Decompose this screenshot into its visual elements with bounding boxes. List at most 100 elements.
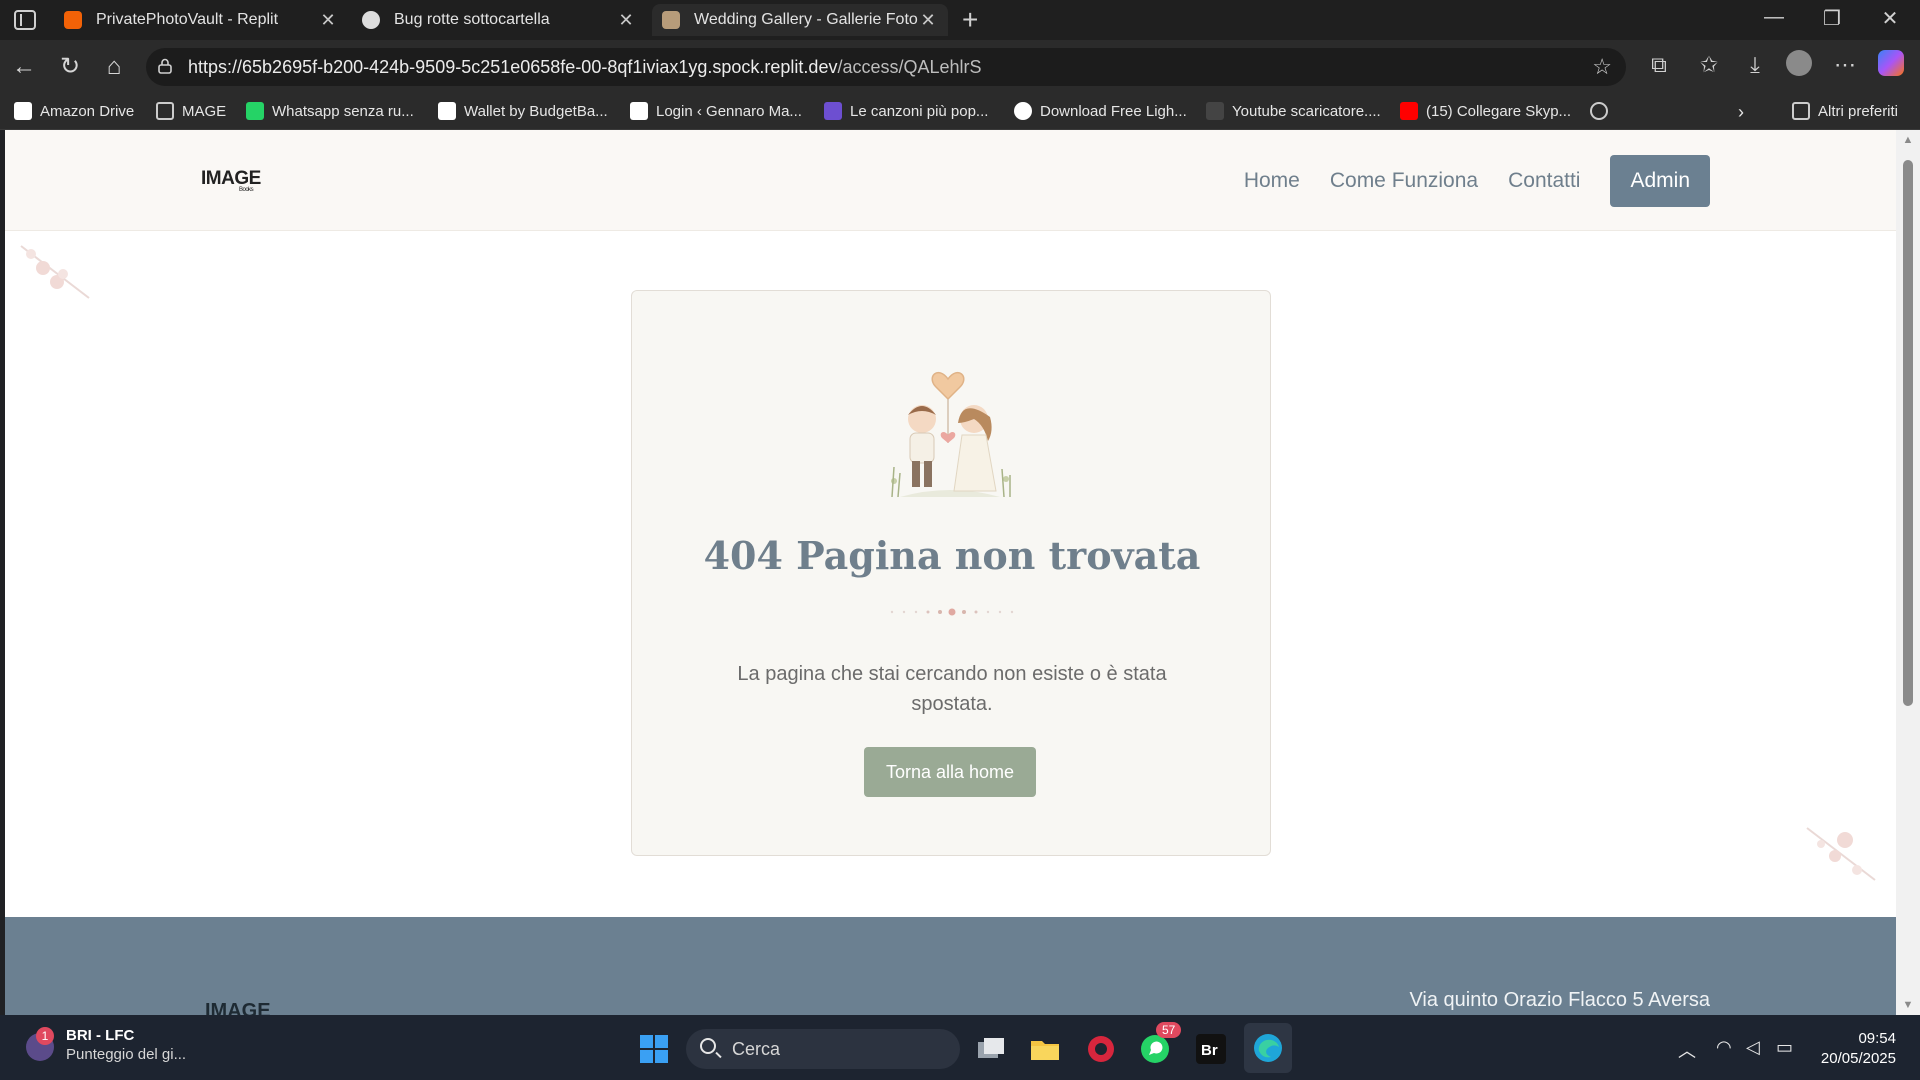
other-favorites[interactable]: Altri preferiti <box>1792 102 1898 120</box>
chevron-right-icon[interactable]: › <box>1738 102 1744 123</box>
bookmark-label: Whatsapp senza ru... <box>272 102 414 120</box>
volume-icon[interactable]: ◁ <box>1746 1037 1760 1058</box>
lock-icon[interactable] <box>158 58 172 74</box>
bookmark-label: Le canzoni più pop... <box>850 102 989 120</box>
page-viewport: IMAGE Books Home Come Funziona Contatti … <box>5 130 1896 1015</box>
favorites-icon[interactable]: ✩ <box>1694 52 1724 78</box>
bookmark-amazon-drive[interactable]: Amazon Drive <box>14 102 134 120</box>
sidebar-toggle-icon[interactable] <box>14 10 36 30</box>
other-favorites-label: Altri preferiti <box>1818 102 1899 120</box>
restore-icon[interactable]: ❐ <box>1812 6 1852 31</box>
antivirus-icon[interactable] <box>1084 1032 1118 1066</box>
bookmark-download[interactable]: Download Free Ligh... <box>1014 102 1187 120</box>
bookmark-skype[interactable]: (15) Collegare Skyp... <box>1400 102 1571 120</box>
nav-home[interactable]: Home <box>1244 169 1300 193</box>
bookmark-globe[interactable] <box>1590 102 1616 120</box>
site-logo[interactable]: IMAGE Books <box>201 168 261 193</box>
admin-button[interactable]: Admin <box>1610 155 1710 207</box>
bookmark-label: Download Free Ligh... <box>1040 102 1187 120</box>
bridge-icon[interactable]: Br <box>1194 1032 1228 1066</box>
page-scrollbar[interactable]: ▲ ▼ <box>1896 130 1920 1015</box>
clapper-icon <box>1206 102 1224 120</box>
tab-bug-rotte[interactable]: Bug rotte sottocartella ✕ <box>352 4 646 36</box>
login-icon <box>630 102 648 120</box>
extensions-icon[interactable]: ⧉ <box>1644 52 1674 78</box>
back-to-home-button[interactable]: Torna alla home <box>864 747 1036 797</box>
wedding-favicon-icon <box>662 11 680 29</box>
scrollbar-thumb[interactable] <box>1903 160 1913 706</box>
site-header: IMAGE Books Home Come Funziona Contatti … <box>5 130 1896 231</box>
floral-decoration-icon <box>20 245 90 299</box>
bookmark-label: Youtube scaricatore.... <box>1232 102 1381 120</box>
music-icon <box>824 102 842 120</box>
search-icon <box>700 1038 716 1054</box>
close-window-icon[interactable]: ✕ <box>1870 6 1910 31</box>
address-toolbar: ← ↻ ⌂ https://65b2695f-b200-424b-9509-5c… <box>0 40 1920 94</box>
svg-text:Br: Br <box>1201 1042 1218 1059</box>
bookmark-label: Login ‹ Gennaro Ma... <box>656 102 802 120</box>
battery-icon[interactable]: ▭ <box>1776 1037 1793 1058</box>
browser-tab-bar: PrivatePhotoVault - Replit ✕ Bug rotte s… <box>0 0 1920 40</box>
wordpress-icon <box>1014 102 1032 120</box>
address-bar[interactable]: https://65b2695f-b200-424b-9509-5c251e06… <box>146 48 1626 86</box>
close-icon[interactable]: ✕ <box>616 10 636 31</box>
system-clock[interactable]: 09:54 20/05/2025 <box>1821 1029 1896 1069</box>
bookmark-youtube-scaricatore[interactable]: Youtube scaricatore.... <box>1206 102 1381 120</box>
site-footer: IMAGE Via quinto Orazio Flacco 5 Aversa <box>5 917 1896 1015</box>
profile-avatar[interactable] <box>1784 50 1814 82</box>
downloads-icon[interactable]: ⤓ <box>1740 52 1770 78</box>
sports-icon: 1 <box>26 1027 54 1061</box>
youtube-icon <box>1400 102 1418 120</box>
tab-title: PrivatePhotoVault - Replit <box>96 11 279 28</box>
url-text[interactable]: https://65b2695f-b200-424b-9509-5c251e06… <box>188 57 982 78</box>
url-path: /access/QALehlrS <box>837 57 982 77</box>
logo-text: IMAGE <box>201 168 261 189</box>
home-icon[interactable]: ⌂ <box>100 53 128 81</box>
copilot-icon[interactable] <box>1876 50 1906 82</box>
decorative-divider <box>890 608 1014 616</box>
windows-start-icon[interactable] <box>637 1032 671 1066</box>
nav-contatti[interactable]: Contatti <box>1508 169 1580 193</box>
search-placeholder: Cerca <box>732 1039 781 1059</box>
tab-title: Bug rotte sottocartella <box>394 11 550 28</box>
file-explorer-icon[interactable] <box>1028 1032 1062 1066</box>
minimize-icon[interactable]: — <box>1754 6 1794 29</box>
reload-icon[interactable]: ↻ <box>56 53 84 81</box>
tab-privatephotovault[interactable]: PrivatePhotoVault - Replit ✕ <box>54 4 348 36</box>
bookmark-label: MAGE <box>182 102 227 120</box>
bookmark-login[interactable]: Login ‹ Gennaro Ma... <box>630 102 802 120</box>
edge-icon <box>1254 1034 1282 1062</box>
chatgpt-icon <box>362 11 380 29</box>
clock-time: 09:54 <box>1858 1030 1896 1047</box>
widget-subtitle: Punteggio del gi... <box>66 1046 187 1063</box>
whatsapp-icon <box>246 102 264 120</box>
wifi-icon[interactable]: ◠ <box>1716 1037 1732 1058</box>
whatsapp-taskbar-icon[interactable]: 57 <box>1138 1022 1182 1066</box>
scroll-down-icon[interactable]: ▼ <box>1902 999 1914 1011</box>
edge-taskbar-active[interactable] <box>1244 1023 1292 1073</box>
bookmark-wallet[interactable]: Wallet by BudgetBa... <box>438 102 608 120</box>
close-icon[interactable]: ✕ <box>918 10 938 31</box>
bookmark-canzoni[interactable]: Le canzoni più pop... <box>824 102 988 120</box>
taskbar-search[interactable]: Cerca <box>686 1029 960 1069</box>
nav-come-funziona[interactable]: Come Funziona <box>1330 169 1478 193</box>
bookmark-whatsapp[interactable]: Whatsapp senza ru... <box>246 102 414 120</box>
close-icon[interactable]: ✕ <box>318 10 338 31</box>
tab-wedding-gallery[interactable]: Wedding Gallery - Gallerie Fotogr ✕ <box>652 4 948 36</box>
globe-icon <box>1590 102 1608 120</box>
show-hidden-icons-icon[interactable]: ︿ <box>1678 1037 1696 1063</box>
more-options-icon[interactable]: ⋯ <box>1830 52 1860 78</box>
favorite-star-icon[interactable]: ☆ <box>1592 54 1612 80</box>
new-tab-icon[interactable]: + <box>962 4 978 36</box>
task-view-icon[interactable] <box>974 1032 1008 1066</box>
news-widget[interactable]: 1 BRI - LFC Punteggio del gi... <box>26 1027 186 1063</box>
main-nav: Home Come Funziona Contatti Admin <box>1214 155 1710 207</box>
bookmarks-bar: Amazon Drive MAGE Whatsapp senza ru... W… <box>0 94 1920 130</box>
error-card: 404 Pagina non trovata La pagina che sta… <box>631 290 1271 856</box>
bookmark-mage[interactable]: MAGE <box>156 102 226 120</box>
clock-date: 20/05/2025 <box>1820 1050 1896 1067</box>
back-icon[interactable]: ← <box>10 53 38 81</box>
scroll-up-icon[interactable]: ▲ <box>1902 134 1914 146</box>
error-title: 404 Pagina non trovata <box>703 533 1201 578</box>
footer-logo[interactable]: IMAGE <box>205 1000 271 1015</box>
